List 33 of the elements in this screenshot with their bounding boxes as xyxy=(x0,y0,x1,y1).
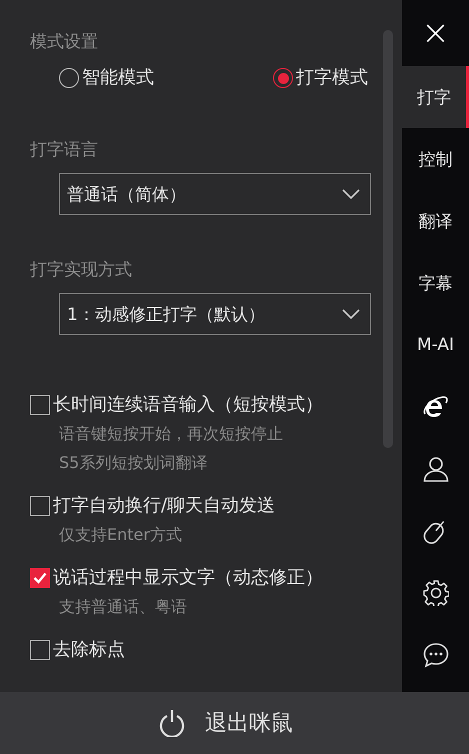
chat-icon[interactable] xyxy=(422,642,448,668)
sidebar-tab[interactable]: 翻译 xyxy=(402,190,469,252)
settings-icon[interactable] xyxy=(422,580,448,606)
checkbox-option[interactable]: 去除标点 xyxy=(30,636,402,662)
option-hint: 仅支持Enter方式 xyxy=(58,524,182,546)
checkbox[interactable] xyxy=(30,640,50,660)
checkbox[interactable] xyxy=(30,395,50,415)
sidebar-tab[interactable]: 控制 xyxy=(402,128,469,190)
section-heading: 模式设置 xyxy=(30,31,99,54)
sidebar-tab[interactable]: M-AI xyxy=(402,314,469,376)
sidebar-tab[interactable]: 打字 xyxy=(402,66,469,128)
radio-option[interactable]: 打字模式 xyxy=(273,65,368,91)
section-heading: 打字语言 xyxy=(30,139,99,162)
option-hint: 支持普通话、粤语 xyxy=(58,596,187,618)
user-icon[interactable] xyxy=(422,456,448,482)
sidebar-tab[interactable]: 字幕 xyxy=(402,252,469,314)
power-icon xyxy=(159,709,185,737)
browser-e-icon[interactable] xyxy=(422,395,448,419)
checkbox[interactable] xyxy=(30,568,50,588)
section-heading: 打字实现方式 xyxy=(30,259,133,282)
method-dropdown[interactable]: 1：动感修正打字（默认） xyxy=(59,293,371,335)
option-hint: S5系列短按划词翻译 xyxy=(58,452,208,474)
close-button[interactable]: × xyxy=(402,0,469,66)
exit-button[interactable]: 退出咪鼠 xyxy=(159,708,293,738)
checkbox-option[interactable]: 打字自动换行/聊天自动发送 xyxy=(30,492,402,520)
radio-option[interactable]: 智能模式 xyxy=(59,65,154,91)
checkbox[interactable] xyxy=(30,496,50,516)
option-hint: 语音键短按开始，再次短按停止 xyxy=(58,423,283,445)
checkbox-option[interactable]: 长时间连续语音输入（短按模式） xyxy=(30,391,402,419)
language-dropdown[interactable]: 普通话（简体） xyxy=(59,173,371,215)
checkbox-option[interactable]: 说话过程中显示文字（动态修正） xyxy=(30,564,402,592)
chevron-icon xyxy=(342,189,360,199)
chevron-icon xyxy=(342,309,360,319)
